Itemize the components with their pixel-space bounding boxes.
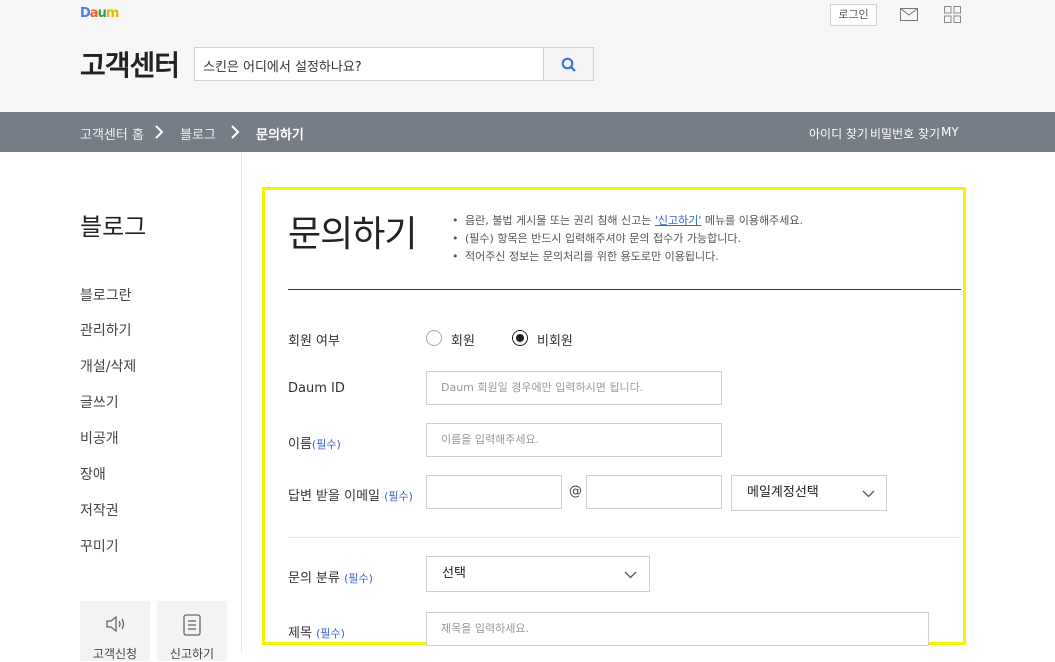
customer-request-card[interactable]: 고객신청	[80, 601, 150, 661]
top-header: Daum 로그인 고객센터 스킨은 어디에서 설정하나요?	[0, 0, 1055, 112]
sidebar-title: 블로그	[80, 213, 147, 241]
chevron-down-icon	[624, 571, 637, 579]
speaker-icon	[106, 615, 125, 633]
subject-label: 제목 (필수)	[288, 626, 345, 641]
email-label: 답변 받을 이메일 (필수)	[288, 489, 413, 504]
email-domain-input[interactable]	[586, 475, 722, 509]
sidebar: 블로그 블로그란 관리하기 개설/삭제 글쓰기 비공개 장애 저작권 꾸미기 고…	[0, 152, 242, 661]
category-select[interactable]: 선택	[426, 556, 650, 592]
daum-logo[interactable]: Daum	[80, 6, 119, 21]
sidebar-item[interactable]: 비공개	[80, 428, 119, 448]
find-id-link[interactable]: 아이디 찾기	[809, 125, 868, 142]
report-label: 신고하기	[169, 647, 215, 661]
nonmember-radio[interactable]	[512, 330, 528, 346]
form-divider	[288, 289, 961, 290]
name-input[interactable]: 이름을 입력해주세요.	[426, 423, 722, 457]
form-section-divider	[288, 537, 961, 538]
sidebar-item[interactable]: 저작권	[80, 500, 119, 520]
sidebar-item[interactable]: 장애	[80, 464, 106, 484]
at-sign: @	[569, 484, 582, 499]
page-title: 고객센터	[80, 49, 180, 82]
search-input[interactable]: 스킨은 어디에서 설정하나요?	[194, 47, 544, 81]
login-button[interactable]: 로그인	[830, 4, 877, 26]
member-option-label[interactable]: 회원	[451, 330, 475, 349]
member-radio[interactable]	[426, 330, 442, 346]
customer-request-label: 고객신청	[92, 647, 138, 661]
breadcrumb-blog[interactable]: 블로그	[180, 124, 216, 143]
name-label: 이름(필수)	[288, 437, 341, 452]
sidebar-item[interactable]: 블로그란	[80, 285, 132, 305]
sidebar-item[interactable]: 관리하기	[80, 320, 132, 340]
subject-input[interactable]: 제목을 입력하세요.	[426, 612, 929, 646]
sidebar-item[interactable]: 글쓰기	[80, 392, 119, 412]
note-report: 음란, 불법 게시물 또는 권리 침해 신고는 '신고하기' 메뉴를 이용해주세…	[452, 212, 803, 230]
nonmember-option-label[interactable]: 비회원	[537, 330, 573, 349]
daum-id-label: Daum ID	[288, 381, 345, 396]
category-label: 문의 분류 (필수)	[288, 571, 373, 586]
mail-icon[interactable]	[900, 8, 918, 21]
chevron-down-icon	[862, 490, 875, 498]
breadcrumb-current: 문의하기	[256, 128, 304, 143]
search-icon	[561, 57, 576, 72]
chevron-right-icon	[231, 125, 240, 139]
note-privacy: 적어주신 정보는 문의처리를 위한 용도로만 이용됩니다.	[452, 248, 803, 266]
daum-id-input[interactable]: Daum 회원일 경우에만 입력하시면 됩니다.	[426, 371, 722, 405]
sidebar-item[interactable]: 꾸미기	[80, 536, 119, 556]
form-notes: 음란, 불법 게시물 또는 권리 침해 신고는 '신고하기' 메뉴를 이용해주세…	[452, 212, 803, 266]
report-link[interactable]: '신고하기'	[655, 214, 702, 227]
my-link[interactable]: MY	[941, 125, 959, 139]
report-card[interactable]: 신고하기	[157, 601, 227, 661]
form-title: 문의하기	[288, 214, 417, 255]
sidebar-item[interactable]: 개설/삭제	[80, 356, 136, 376]
find-password-link[interactable]: 비밀번호 찾기	[870, 125, 940, 142]
chevron-right-icon	[155, 125, 164, 139]
search-button[interactable]	[543, 47, 594, 81]
apps-grid-icon[interactable]	[944, 6, 961, 23]
member-label: 회원 여부	[288, 334, 340, 349]
note-required: (필수) 항목은 반드시 입력해주셔야 문의 접수가 가능합니다.	[452, 230, 803, 248]
breadcrumb-bar: 고객센터 홈 블로그 문의하기 아이디 찾기 비밀번호 찾기 MY	[0, 112, 1055, 152]
email-domain-select[interactable]: 메일계정선택	[731, 475, 887, 511]
email-local-input[interactable]	[426, 475, 562, 509]
document-icon	[183, 614, 201, 636]
breadcrumb-home[interactable]: 고객센터 홈	[80, 124, 144, 143]
